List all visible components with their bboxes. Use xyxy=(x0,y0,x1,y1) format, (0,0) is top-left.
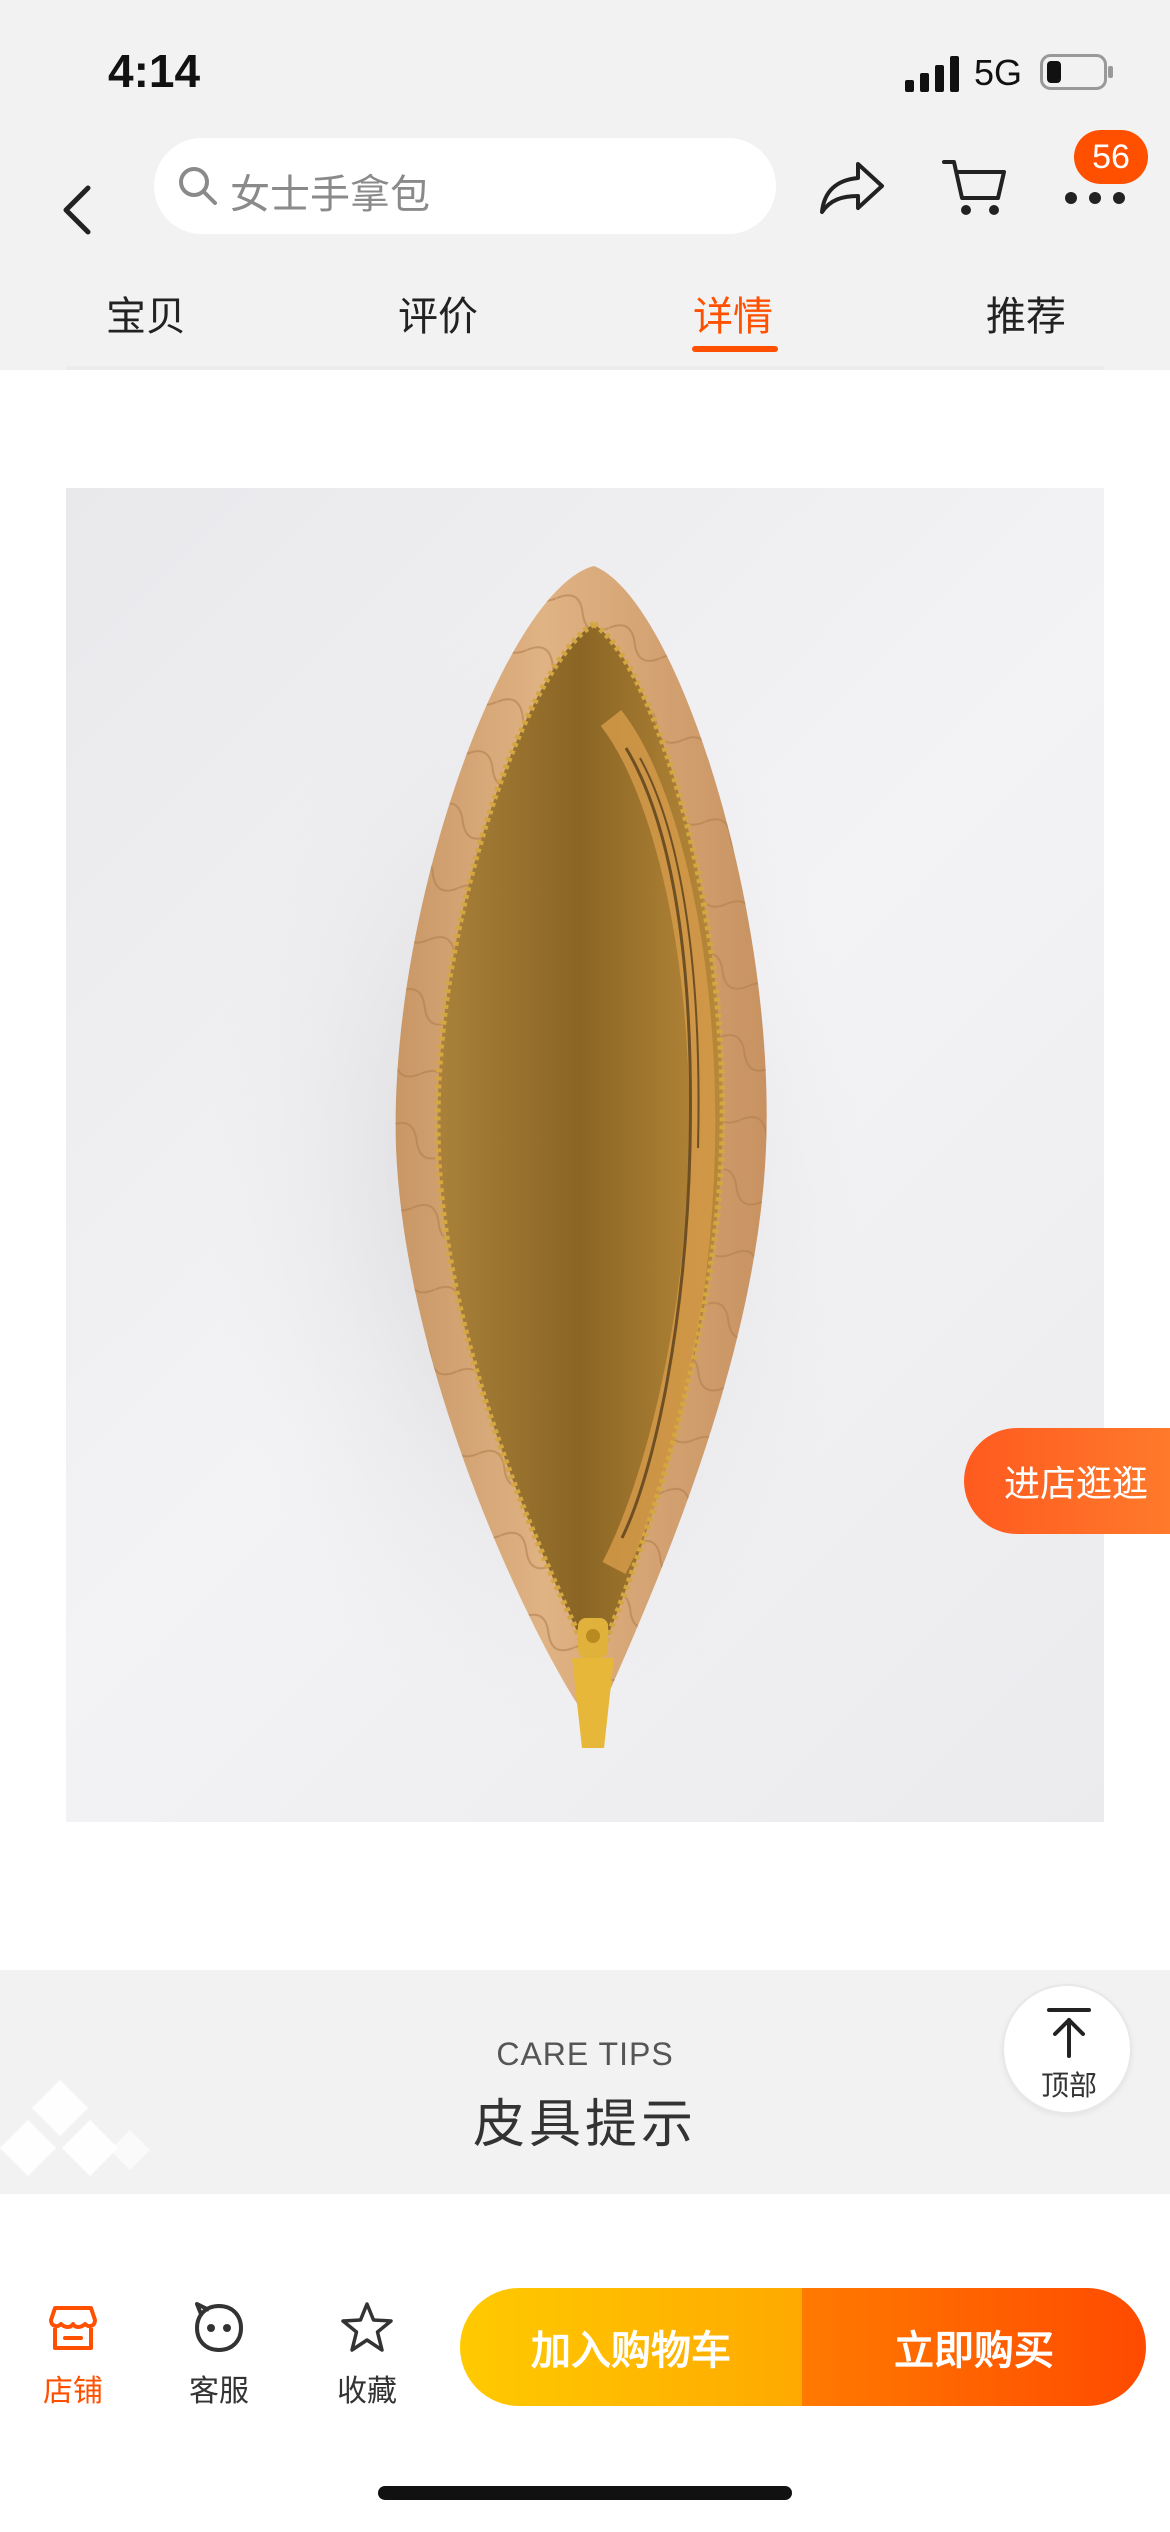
buy-now-button[interactable]: 立即购买 xyxy=(802,2288,1146,2406)
back-button[interactable] xyxy=(52,170,102,250)
customer-service-button[interactable]: 客服 xyxy=(164,2300,274,2420)
search-bar[interactable]: 女士手拿包 xyxy=(154,138,776,234)
care-tips-title-cn: 皮具提示 xyxy=(472,2095,697,2155)
cart-icon[interactable] xyxy=(940,156,1010,220)
tab-item[interactable]: 宝贝 xyxy=(106,284,186,360)
cellular-signal-icon xyxy=(905,56,959,92)
star-icon xyxy=(341,2302,393,2352)
visit-store-button[interactable]: 进店逛逛 xyxy=(964,1428,1170,1534)
battery-icon xyxy=(1040,54,1113,90)
purchase-buttons: 加入购物车 立即购买 xyxy=(460,2288,1146,2406)
chevron-left-icon xyxy=(63,185,91,235)
header: 女士手拿包 56 宝贝 评价 详情 推荐 xyxy=(0,120,1170,370)
section-tabs: 宝贝 评价 详情 推荐 xyxy=(0,284,1170,360)
care-tips-title-en: CARE TIPS xyxy=(496,2036,674,2072)
product-detail-image xyxy=(66,488,1104,1822)
message-count-badge: 56 xyxy=(1074,130,1148,184)
home-indicator xyxy=(378,2486,792,2500)
active-tab-indicator xyxy=(692,346,778,352)
customer-service-icon xyxy=(194,2302,244,2353)
status-bar: 4:14 5G xyxy=(0,0,1170,140)
divider xyxy=(66,366,1104,370)
store-icon xyxy=(49,2306,97,2350)
back-to-top-label: 顶部 xyxy=(1040,2069,1097,2102)
favorite-button[interactable]: 收藏 xyxy=(312,2300,422,2420)
add-to-cart-button[interactable]: 加入购物车 xyxy=(460,2288,802,2406)
store-button[interactable]: 店铺 xyxy=(18,2300,128,2420)
status-time: 4:14 xyxy=(108,45,201,97)
back-to-top-button[interactable]: 顶部 xyxy=(1002,1984,1132,2114)
network-type: 5G xyxy=(974,52,1023,93)
favorite-label: 收藏 xyxy=(337,2374,397,2409)
tab-recommended[interactable]: 推荐 xyxy=(986,284,1066,360)
search-placeholder: 女士手拿包 xyxy=(230,172,430,218)
tab-reviews[interactable]: 评价 xyxy=(398,284,478,360)
arrow-up-icon xyxy=(1047,2008,1091,2058)
store-label: 店铺 xyxy=(43,2374,103,2409)
care-tips-banner: CARE TIPS 皮具提示 xyxy=(0,1970,1170,2194)
customer-service-label: 客服 xyxy=(189,2374,249,2409)
clutch-bag-illustration xyxy=(206,566,866,1748)
search-icon xyxy=(179,167,217,205)
share-icon[interactable] xyxy=(818,158,888,218)
